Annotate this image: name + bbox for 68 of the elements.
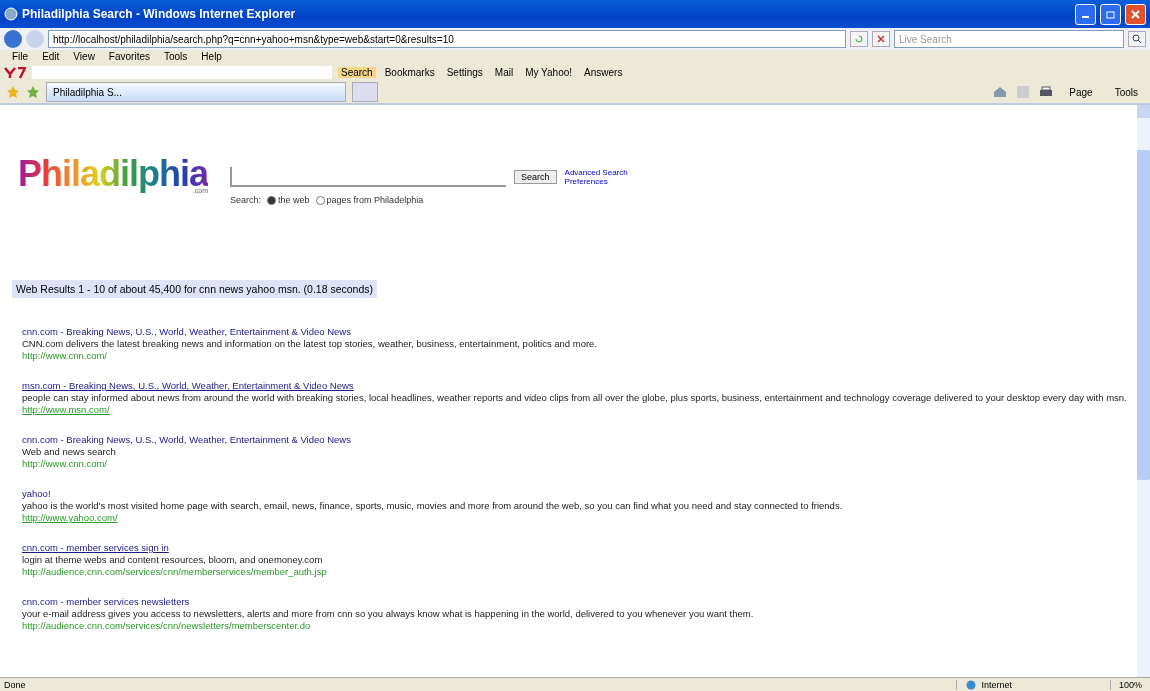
search-link[interactable]: Advanced Search xyxy=(564,168,628,177)
result-title-link[interactable]: cnn.com - Breaking News, U.S., World, Weather, Entertainment & Video News xyxy=(22,434,351,446)
zoom-label[interactable]: 100% xyxy=(1109,679,1150,690)
stop-icon xyxy=(876,34,886,44)
result-url[interactable]: http://www.cnn.com/ xyxy=(22,458,107,470)
scope-radio[interactable]: pages from Philadelphia xyxy=(315,195,424,206)
result-url[interactable]: http://audience.cnn.com/services/cnn/newsletters/memberscenter.do xyxy=(22,620,311,632)
close-icon xyxy=(1131,9,1140,19)
browser-tab[interactable]: Philadilphia S... xyxy=(46,82,346,102)
toolbar-logo-icon[interactable] xyxy=(4,66,26,79)
home-icon[interactable] xyxy=(993,86,1008,98)
address-field[interactable]: http://localhost/philadilphia/search.php?q=cnn+yahoo+msn&type=web&start=0&results=10 xyxy=(48,30,846,48)
result-snippet: your e-mail address gives you access to newsletters, alerts and more from cnn so you always know what is happening in the world, delivered to you whenever you want them. xyxy=(22,608,755,620)
refresh-icon xyxy=(854,34,864,44)
result-url[interactable]: http://www.msn.com/ xyxy=(22,404,110,416)
toolbar-search-field[interactable] xyxy=(32,66,332,79)
search-icon xyxy=(1132,34,1142,44)
scope-radio[interactable]: the web xyxy=(267,195,310,206)
menu-item[interactable]: Favorites xyxy=(108,51,150,63)
menu-item[interactable]: Edit xyxy=(42,51,60,63)
menu-item[interactable]: File xyxy=(12,51,29,63)
toolbar-button[interactable]: Search xyxy=(338,67,376,78)
toolbar-button[interactable]: Bookmarks xyxy=(381,67,438,78)
refresh-button[interactable] xyxy=(850,31,868,47)
browser-icon xyxy=(4,7,18,21)
result-snippet: people can stay informed about news from around the world with breaking stories, local headlines, weather reports and video clips from all over the globe, plus sports, business, entertainment and technology coverage delivered to your desktop every day with msn. xyxy=(22,392,1125,404)
toolbar-button[interactable]: My Yahoo! xyxy=(522,67,576,78)
scope-label: Search: xyxy=(230,195,262,206)
add-favorite-icon[interactable] xyxy=(26,85,40,99)
toolbar-button[interactable]: Settings xyxy=(443,67,486,78)
result-url[interactable]: http://audience.cnn.com/services/cnn/memberservices/member_auth.jsp xyxy=(22,566,327,578)
restore-icon xyxy=(1106,9,1115,19)
result-title-link[interactable]: yahoo! xyxy=(22,488,51,500)
search-link[interactable]: Preferences xyxy=(564,177,628,186)
search-button[interactable] xyxy=(1128,31,1146,47)
result-snippet: CNN.com delivers the latest breaking news and information on the latest top stories, weather, business, entertainment, politics and more. xyxy=(22,338,599,350)
result-title-link[interactable]: cnn.com - member services newsletters xyxy=(22,596,190,608)
search-button[interactable]: Search xyxy=(514,170,557,184)
menu-item[interactable]: Tools xyxy=(164,51,188,63)
result-snippet: Web and news search xyxy=(22,446,117,458)
results-header: Web Results 1 - 10 of about 45,400 for cnn news yahoo msn. (0.18 seconds) xyxy=(12,280,377,298)
close-button[interactable] xyxy=(1125,3,1146,25)
toolbar-button[interactable]: Mail xyxy=(491,67,517,78)
result-title-link[interactable]: msn.com - Breaking News, U.S., World, Weather, Entertainment & Video News xyxy=(22,380,354,392)
favorites-star-icon[interactable] xyxy=(6,85,20,99)
restore-button[interactable] xyxy=(1100,3,1121,25)
scrollbar[interactable] xyxy=(1137,105,1150,677)
result-title-link[interactable]: cnn.com - Breaking News, U.S., World, Weather, Entertainment & Video News xyxy=(22,326,351,338)
menu-item[interactable]: View xyxy=(73,51,95,63)
back-button[interactable] xyxy=(4,30,22,48)
result-url[interactable]: http://www.yahoo.com/ xyxy=(22,512,118,524)
result-snippet: yahoo is the world's most visited home page with search, email, news, finance, sports, music, movies and more from around the web, so you can find what you need and stay connected to friends. xyxy=(22,500,844,512)
new-tab-button[interactable] xyxy=(352,82,378,102)
command-button[interactable]: Page xyxy=(1063,85,1099,99)
printer-icon[interactable] xyxy=(1039,86,1054,98)
window-title: Philadilphia Search - Windows Internet Explorer xyxy=(22,7,297,21)
status-text: Done xyxy=(3,679,27,690)
stop-button[interactable] xyxy=(872,31,890,47)
result-snippet: login at theme webs and content resources, bloom, and onemoney.com xyxy=(22,554,324,566)
globe-icon xyxy=(965,679,978,690)
result-url[interactable]: http://www.cnn.com/ xyxy=(22,350,107,362)
command-button[interactable]: Tools xyxy=(1108,85,1144,99)
toolbar-button[interactable]: Answers xyxy=(581,67,626,78)
menu-item[interactable]: Help xyxy=(201,51,222,63)
minimize-icon xyxy=(1082,16,1089,18)
minimize-button[interactable] xyxy=(1075,3,1096,25)
result-title-link[interactable]: cnn.com - member services sign in xyxy=(22,542,169,554)
zone-label: Internet xyxy=(981,679,1012,690)
